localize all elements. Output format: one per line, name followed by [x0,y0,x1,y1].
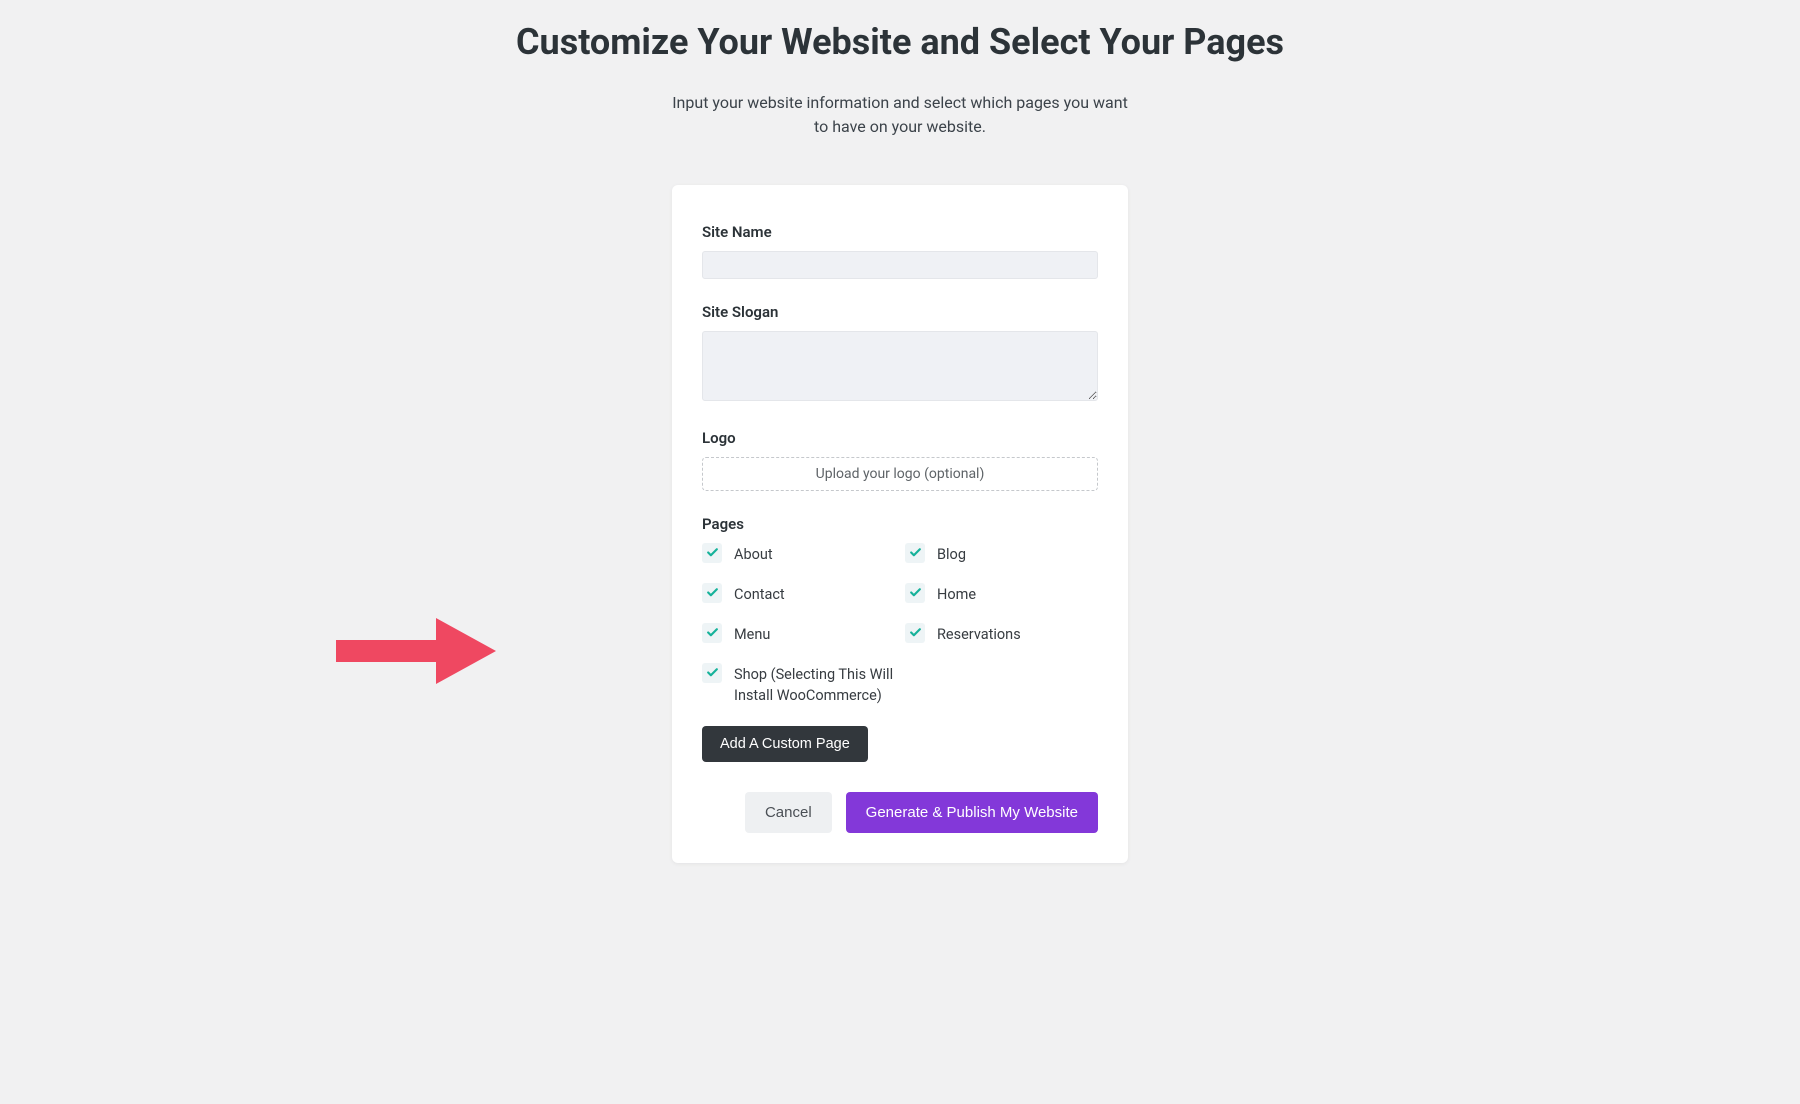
site-slogan-input[interactable] [702,331,1098,401]
add-custom-page-button[interactable]: Add A Custom Page [702,726,868,762]
page-item-reservations: Reservations [905,623,1098,645]
page-item-label: Reservations [937,623,1021,645]
pages-grid: About Blog Contact [702,543,1098,706]
action-row: Cancel Generate & Publish My Website [702,792,1098,833]
page-subtitle: Input your website information and selec… [670,91,1130,139]
check-icon [706,546,719,559]
logo-upload[interactable]: Upload your logo (optional) [702,457,1098,491]
logo-field: Logo Upload your logo (optional) [702,429,1098,491]
pages-section: Pages About Blog [702,515,1098,762]
page-item-label: Shop (Selecting This Will Install WooCom… [734,663,895,706]
pages-label: Pages [702,515,1098,533]
checkbox-menu[interactable] [702,623,722,643]
page-title: Customize Your Website and Select Your P… [516,18,1284,67]
site-slogan-field: Site Slogan [702,303,1098,405]
page-item-contact: Contact [702,583,895,605]
site-name-label: Site Name [702,223,1098,241]
cancel-button[interactable]: Cancel [745,792,832,833]
pointer-arrow-icon [336,618,496,684]
page-item-label: Contact [734,583,785,605]
page-item-about: About [702,543,895,565]
site-name-input[interactable] [702,251,1098,279]
site-name-field: Site Name [702,223,1098,279]
page-item-label: Menu [734,623,770,645]
check-icon [909,586,922,599]
page-item-blog: Blog [905,543,1098,565]
check-icon [706,586,719,599]
checkbox-shop[interactable] [702,663,722,683]
page-item-label: Blog [937,543,966,565]
generate-button[interactable]: Generate & Publish My Website [846,792,1098,833]
page-item-shop: Shop (Selecting This Will Install WooCom… [702,663,895,706]
check-icon [706,666,719,679]
checkbox-contact[interactable] [702,583,722,603]
check-icon [706,626,719,639]
logo-label: Logo [702,429,1098,447]
logo-upload-text: Upload your logo (optional) [816,466,985,482]
checkbox-blog[interactable] [905,543,925,563]
checkbox-about[interactable] [702,543,722,563]
page-container: Customize Your Website and Select Your P… [0,0,1800,863]
page-item-home: Home [905,583,1098,605]
page-item-label: Home [937,583,976,605]
checkbox-reservations[interactable] [905,623,925,643]
check-icon [909,626,922,639]
check-icon [909,546,922,559]
form-card: Site Name Site Slogan Logo Upload your l… [672,185,1128,863]
site-slogan-label: Site Slogan [702,303,1098,321]
page-item-label: About [734,543,773,565]
page-item-menu: Menu [702,623,895,645]
checkbox-home[interactable] [905,583,925,603]
